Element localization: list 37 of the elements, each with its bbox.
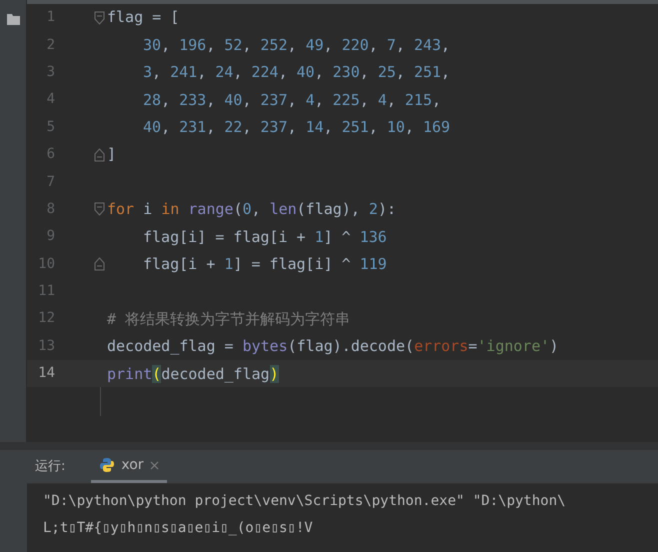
code-line: 40, 231, 22, 237, 14, 251, 10, 169 — [142, 117, 450, 138]
fold-icon[interactable] — [94, 202, 105, 216]
line-number: 1 — [46, 8, 55, 28]
code-line: for i in range(0, len(flag), 2): — [107, 199, 396, 220]
unfold-icon[interactable] — [94, 148, 105, 162]
close-icon[interactable] — [150, 460, 159, 470]
line-number: 7 — [46, 172, 55, 192]
line-number: 5 — [46, 118, 55, 137]
code-line: # 将结果转换为字节并解码为字符串 — [107, 308, 350, 330]
code-line: flag = [ — [107, 7, 180, 28]
run-label: 运行: — [35, 458, 66, 476]
code-line: decoded_flag = bytes(flag).decode(errors='ignore') — [107, 336, 559, 358]
code-line: 3, 241, 24, 224, 40, 230, 25, 251, — [142, 62, 450, 84]
tab-label: xor — [121, 456, 144, 474]
line-number: 6 — [46, 145, 55, 164]
python-icon — [99, 457, 116, 473]
line-number: 9 — [46, 227, 55, 246]
folder-icon[interactable] — [6, 14, 20, 25]
fold-icon[interactable] — [94, 10, 105, 25]
line-number: 14 — [37, 364, 55, 384]
console-output-line: "D:\python\python project\venv\Scripts\python.exe" "D:\python\ — [43, 492, 567, 511]
line-number: 3 — [46, 62, 55, 82]
line-number: 4 — [46, 90, 55, 110]
line-number: 8 — [46, 200, 55, 219]
code-line: flag[i + 1] = flag[i] ^ 119 — [142, 254, 387, 275]
code-line: ] — [107, 144, 116, 166]
line-number: 12 — [37, 309, 55, 328]
line-number: 11 — [37, 282, 55, 302]
code-line: 30, 196, 52, 252, 49, 220, 7, 243, — [142, 34, 450, 56]
code-line: 28, 233, 40, 237, 4, 225, 4, 215, — [142, 90, 442, 111]
code-line: print(decoded_flag) — [107, 364, 279, 385]
unfold-icon[interactable] — [94, 257, 105, 272]
console-output-line: L;t▯T#{▯y▯h▯n▯s▯a▯e▯i▯_(o▯e▯s▯!V — [43, 519, 314, 538]
line-number: 13 — [37, 336, 55, 356]
code-line: flag[i] = flag[i + 1] ^ 136 — [142, 226, 387, 248]
line-number: 10 — [37, 254, 55, 274]
line-number: 2 — [46, 36, 55, 55]
